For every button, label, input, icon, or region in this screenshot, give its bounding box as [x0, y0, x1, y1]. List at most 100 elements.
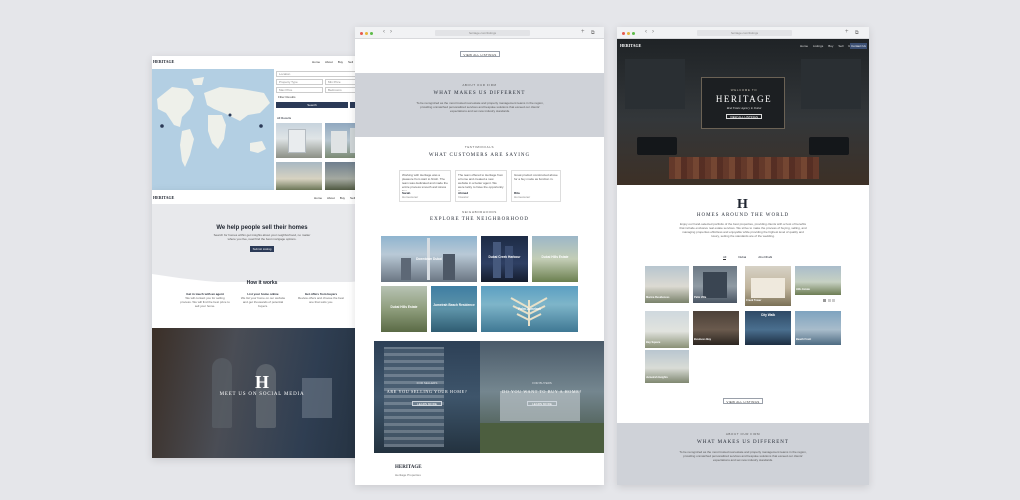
property-type-field[interactable]: Property Type [276, 79, 323, 85]
main-nav: Home About Buy Sell [314, 196, 355, 200]
listing-card[interactable]: Beach Front [795, 311, 841, 345]
hero-subtitle: Real Estate Agency in Dubai [726, 106, 762, 110]
home-header: HERITAGE Home About Buy Sell Contact [152, 190, 372, 204]
section-title: WHAT MAKES US DIFFERENT [697, 440, 789, 445]
logo[interactable]: HERITAGE [153, 59, 174, 64]
listing-title: Beach Front [796, 338, 812, 341]
hero-title: HERITAGE [715, 94, 773, 104]
tabs-icon[interactable]: ⧉ [591, 30, 595, 36]
testimonial-text: Great product constructed above for a bu… [514, 173, 558, 181]
neighborhood-card[interactable]: Dubai Hills Estate [381, 286, 427, 332]
neighborhood-card[interactable]: Palm Jumeirah [481, 286, 578, 332]
section-eyebrow: NEIGHBORHOODS [462, 210, 497, 214]
nav-item[interactable]: Sell [838, 44, 843, 48]
section-title: WHAT MAKES US DIFFERENT [433, 91, 526, 96]
footer-logo[interactable]: HERITAGE [395, 465, 422, 470]
listing-image[interactable] [276, 123, 322, 158]
left-home-page: HERITAGE Home About Buy Sell Contact We … [152, 190, 372, 458]
browser-toolbar: ‹ › heritage.com/listings + ⧉ [617, 27, 869, 39]
hero-headline: We help people sell their homes [216, 225, 308, 231]
homes-title: HOMES AROUND THE WORLD [696, 213, 790, 218]
view-all-listings-button[interactable]: VIEW ALL LISTINGS [460, 51, 500, 57]
section-title: EXPLORE THE NEIGHBORHOOD [430, 217, 529, 222]
section-text: To be recognized as the most trusted rea… [679, 450, 807, 462]
view-all-listings-button[interactable]: VIEW ALL LISTINGS [723, 398, 763, 404]
tab-abu-dhabi[interactable]: Abu Dhabi [758, 255, 772, 260]
listing-card[interactable]: Jumeirah Heights [645, 350, 689, 383]
tabs-icon[interactable]: ⧉ [855, 30, 859, 36]
submit-listing-button[interactable]: Submit Listing [250, 246, 274, 252]
different-section: ABOUT OUR FIRM WHAT MAKES US DIFFERENT T… [617, 423, 869, 485]
listing-card[interactable]: City Walk [745, 311, 791, 345]
view-all-listings-button[interactable]: VIEW ALL LISTINGS [726, 114, 762, 119]
rug [669, 157, 819, 179]
neighborhood-card[interactable]: Downtown Dubai [381, 236, 477, 282]
address-bar[interactable]: heritage.com/listings [697, 30, 792, 36]
map-graphic [157, 77, 270, 167]
neighborhood-card[interactable]: Jumeirah Beach Residence [431, 286, 477, 332]
middle-browser: ‹ › heritage.com/listings + ⧉ VIEW ALL L… [355, 27, 604, 485]
listing-image[interactable] [276, 162, 322, 190]
hero: HERITAGE Home Listings Buy Sell Rent Con… [617, 39, 869, 185]
logo[interactable]: HERITAGE [620, 43, 641, 48]
listing-title: Hills Estate [796, 288, 810, 291]
sofa [809, 137, 849, 155]
nav-item[interactable]: Buy [338, 60, 343, 64]
nav-item[interactable]: Home [800, 44, 808, 48]
forward-icon[interactable]: › [652, 29, 654, 35]
listing-card[interactable]: Palm Villa [693, 266, 737, 303]
filter-results-toggle[interactable]: Filter Results [278, 95, 296, 99]
neighborhood-card[interactable]: Dubai Hills Estate [532, 236, 578, 282]
cta-title: ARE YOU SELLING YOUR HOME? [386, 389, 468, 394]
max-price-field[interactable]: Max Price [276, 87, 323, 93]
listing-card[interactable]: Business Bay [693, 311, 739, 345]
learn-more-button[interactable]: LEARN MORE [527, 401, 557, 406]
new-tab-icon[interactable]: + [581, 29, 585, 35]
hero-header: HERITAGE Home Listings Buy Sell Rent Con… [617, 39, 869, 51]
map-header: HERITAGE Home About Buy Sell Contact [152, 56, 372, 68]
listing-card[interactable]: Creek Tower [745, 266, 791, 306]
buyer-cta[interactable]: FOR BUYERS DO YOU WANT TO BUY A HOME? LE… [480, 341, 604, 453]
listing-card[interactable]: Bay Square [645, 311, 689, 348]
logo[interactable]: HERITAGE [153, 195, 174, 200]
main-nav: Home Listings Buy Sell Rent [800, 44, 855, 48]
carousel-dots[interactable] [823, 299, 835, 302]
tab-all[interactable]: All [723, 255, 727, 260]
testimonial-text: Working with Heritage was a pleasure fro… [402, 173, 448, 191]
neighborhood-label: Dubai Creek Harbour [488, 255, 521, 259]
back-icon[interactable]: ‹ [383, 29, 385, 35]
nav-item[interactable]: Buy [340, 196, 345, 200]
sell-hero: We help people sell their homes Search f… [152, 204, 372, 282]
tab-dubai[interactable]: Dubai [738, 255, 746, 260]
learn-more-button[interactable]: LEARN MORE [412, 401, 442, 406]
seller-cta[interactable]: FOR SELLERS ARE YOU SELLING YOUR HOME? L… [374, 341, 480, 453]
search-button[interactable]: Search [276, 102, 348, 108]
nav-item[interactable]: Sell [348, 60, 353, 64]
new-tab-icon[interactable]: + [845, 29, 849, 35]
nav-item[interactable]: About [325, 60, 333, 64]
nav-item[interactable]: Listings [813, 44, 823, 48]
step: List your home online We list your home … [238, 292, 288, 308]
nav-item[interactable]: Home [314, 196, 322, 200]
nav-item[interactable]: Home [312, 60, 320, 64]
hero-panel: WELCOME TO HERITAGE Real Estate Agency i… [701, 77, 785, 129]
address-bar[interactable]: heritage.com/listings [435, 30, 530, 36]
step-text: Review offers and choose the best one th… [298, 296, 344, 304]
neighborhood-label: Jumeirah Beach Residence [433, 303, 475, 307]
back-icon[interactable]: ‹ [645, 29, 647, 35]
testimonial-text: The team offered to Heritage from a home… [458, 173, 504, 191]
nav-item[interactable]: Buy [828, 44, 833, 48]
results-label: All Results [277, 116, 292, 120]
nav-item[interactable]: About [327, 196, 335, 200]
neighborhood-label: Dubai Hills Estate [390, 305, 418, 309]
testimonial-role: Homeowner [402, 195, 419, 199]
listing-card[interactable]: Hills Estate [795, 266, 841, 295]
listing-title: City Walk [760, 313, 776, 317]
world-map[interactable] [152, 69, 274, 190]
listing-title: Jumeirah Heights [646, 376, 668, 379]
room-window [801, 59, 861, 109]
listing-card[interactable]: Marina Residences [645, 266, 689, 303]
forward-icon[interactable]: › [390, 29, 392, 35]
neighborhood-card[interactable]: Dubai Creek Harbour [481, 236, 528, 282]
contact-button[interactable]: Contact Us [850, 43, 867, 49]
